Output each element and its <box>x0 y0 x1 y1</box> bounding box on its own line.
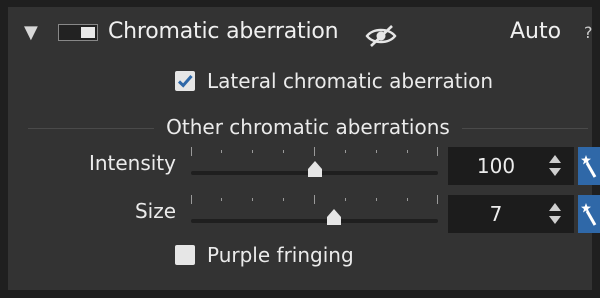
intensity-label: Intensity <box>88 151 176 175</box>
spin-arrows-icon[interactable] <box>548 152 562 180</box>
eye-slashed-icon[interactable] <box>364 24 398 48</box>
slider-tick <box>376 198 377 201</box>
spin-arrows-icon[interactable] <box>548 200 562 228</box>
size-label: Size <box>134 199 176 223</box>
purple-fringing-checkbox[interactable] <box>175 245 195 265</box>
magic-wand-icon <box>581 155 597 178</box>
panel-header: ▼ Chromatic aberration Auto ? <box>18 19 593 51</box>
slider-tick <box>191 195 192 204</box>
spin-down-icon[interactable] <box>549 168 561 176</box>
slider-tick <box>221 198 222 201</box>
slider-tick <box>376 150 377 153</box>
slider-tick <box>407 150 408 153</box>
section-heading-text: Other chromatic aberrations <box>154 115 462 139</box>
slider-tick <box>314 147 315 156</box>
purple-fringing-option[interactable]: Purple fringing <box>175 243 395 269</box>
auto-button[interactable]: Auto <box>510 19 561 44</box>
enable-toggle[interactable] <box>58 24 98 41</box>
lateral-option[interactable]: Lateral chromatic aberration <box>175 69 505 95</box>
size-auto-button[interactable] <box>578 195 600 233</box>
intensity-spinbox[interactable]: 100 <box>448 147 574 185</box>
chromatic-aberration-panel: ▼ Chromatic aberration Auto ? Lateral ch… <box>0 0 600 298</box>
slider-tick <box>252 198 253 201</box>
slider-track[interactable] <box>191 219 438 223</box>
slider-tick <box>221 150 222 153</box>
checkmark-icon <box>177 75 193 88</box>
spin-down-icon[interactable] <box>549 216 561 224</box>
size-slider[interactable] <box>191 195 438 229</box>
slider-tick <box>345 150 346 153</box>
slider-tick <box>252 150 253 153</box>
slider-tick <box>314 195 315 204</box>
spin-up-icon[interactable] <box>549 155 561 163</box>
size-value[interactable]: 7 <box>448 202 544 226</box>
slider-tick <box>345 198 346 201</box>
slider-tick <box>191 147 192 156</box>
slider-tick <box>407 198 408 201</box>
magic-wand-icon <box>581 203 597 226</box>
section-heading: Other chromatic aberrations <box>8 115 600 139</box>
slider-handle[interactable] <box>326 209 342 225</box>
purple-fringing-label: Purple fringing <box>207 243 354 267</box>
intensity-slider[interactable] <box>191 147 438 181</box>
collapse-arrow-icon[interactable]: ▼ <box>24 22 38 43</box>
size-spinbox[interactable]: 7 <box>448 195 574 233</box>
slider-handle[interactable] <box>307 161 323 177</box>
slider-tick <box>437 195 438 204</box>
intensity-value[interactable]: 100 <box>448 154 544 178</box>
help-icon[interactable]: ? <box>584 23 593 42</box>
panel-title: Chromatic aberration <box>108 19 339 44</box>
slider-tick <box>283 150 284 153</box>
lateral-checkbox[interactable] <box>175 71 195 91</box>
intensity-auto-button[interactable] <box>578 147 600 185</box>
lateral-label: Lateral chromatic aberration <box>207 69 494 93</box>
slider-tick <box>283 198 284 201</box>
toggle-knob <box>81 27 95 38</box>
spin-up-icon[interactable] <box>549 203 561 211</box>
slider-tick <box>437 147 438 156</box>
